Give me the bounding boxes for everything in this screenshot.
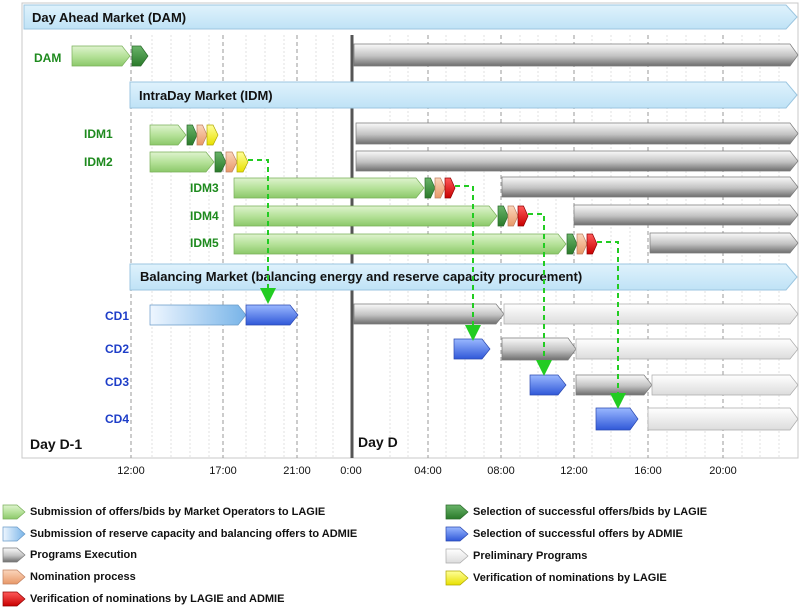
dam-header-title: Day Ahead Market (DAM) [32,10,186,25]
legend-swatch-yellow [445,570,469,586]
legend-swatch-dark-green [445,504,469,520]
legend-text-preliminary-programs: Preliminary Programs [473,550,587,562]
cd4-preliminary-programs-bar [647,407,799,431]
idm4-submission-bar [233,205,498,227]
tick-04-00: 04:00 [414,465,442,477]
legend-text-nomination: Nomination process [30,571,136,583]
cd3-programs-execution-bar [575,374,653,396]
row-label-idm1: IDM1 [84,127,113,141]
tick-16-00: 16:00 [634,465,662,477]
row-label-cd4: CD4 [105,412,129,426]
legend-text-verification-lagie: Verification of nominations by LAGIE [473,572,667,584]
row-label-idm2: IDM2 [84,155,113,169]
idm-header-title: IntraDay Market (IDM) [139,88,273,103]
legend-swatch-light-gray [445,548,469,564]
row-label-cd2: CD2 [105,342,129,356]
legend-text-verification-lagie-admie: Verification of nominations by LAGIE and… [30,593,284,605]
legend-text-submission-admie: Submission of reserve capacity and balan… [30,528,357,540]
tick-08-00: 08:00 [487,465,515,477]
idm1-programs-execution-bar [355,122,799,145]
legend-text-programs-execution: Programs Execution [30,549,137,561]
idm2-programs-execution-bar [355,150,799,172]
idm1-submission-bar [149,124,187,146]
idm2-submission-bar [149,151,215,173]
cd2-programs-execution-bar [501,337,577,361]
dam-programs-execution-bar [353,43,799,67]
legend-swatch-salmon [2,569,26,585]
row-label-idm5: IDM5 [190,236,219,250]
cd3-preliminary-programs-bar [651,374,799,396]
row-label-cd3: CD3 [105,375,129,389]
cd4-selection-bar [595,407,639,431]
cd1-programs-execution-bar [353,303,505,325]
tick-21-00: 21:00 [283,465,311,477]
day-d-label: Day D [358,434,398,450]
tick-12-00-d-1: 12:00 [117,465,145,477]
market-timeline-diagram: Day Ahead Market (DAM) IntraDay Market (… [2,2,799,607]
cd1-preliminary-programs-bar [503,303,799,325]
cd1-submission-bar [149,304,247,326]
cd1-selection-bar [245,304,299,326]
idm3-programs-execution-bar [501,176,799,198]
cd3-selection-bar [529,374,567,396]
legend-swatch-red [2,591,26,607]
tick-20-00: 20:00 [709,465,737,477]
idm4-programs-execution-bar [573,204,799,226]
cd2-selection-bar [453,338,491,360]
legend-text-submission-lagie: Submission of offers/bids by Market Oper… [30,506,325,518]
tick-12-00-d: 12:00 [560,465,588,477]
legend-text-selection-lagie: Selection of successful offers/bids by L… [473,506,707,518]
cd2-preliminary-programs-bar [575,338,799,360]
day-d-minus-1-label: Day D-1 [30,436,82,452]
idm5-programs-execution-bar [649,232,799,254]
legend-text-selection-admie: Selection of successful offers by ADMIE [473,528,683,540]
idm5-submission-bar [233,233,567,255]
legend-swatch-blue [445,526,469,542]
legend-swatch-gray [2,547,26,563]
idm3-submission-bar [233,177,425,199]
row-label-dam: DAM [34,51,61,65]
legend-swatch-light-green [2,504,26,520]
legend-swatch-light-blue [2,526,26,542]
row-label-cd1: CD1 [105,309,129,323]
bm-header-title: Balancing Market (balancing energy and r… [140,269,582,284]
row-label-idm3: IDM3 [190,181,219,195]
tick-17-00: 17:00 [209,465,237,477]
row-label-idm4: IDM4 [190,209,219,223]
tick-0-00: 0:00 [340,465,361,477]
dam-submission-bar [71,45,131,67]
